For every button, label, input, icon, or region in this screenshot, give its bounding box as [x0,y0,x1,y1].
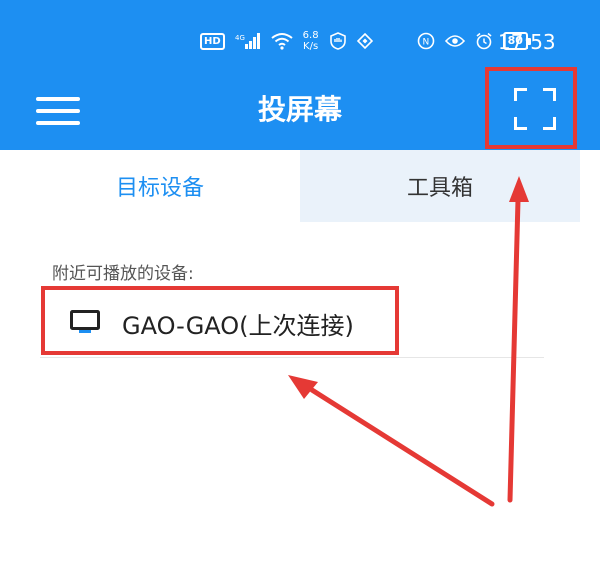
arrow-to-device-line [309,387,495,507]
annotation-arrows [288,176,529,507]
arrow-to-scan-head [509,176,529,202]
arrow-to-device-head [288,375,318,399]
arrow-to-scan-line [507,197,521,503]
